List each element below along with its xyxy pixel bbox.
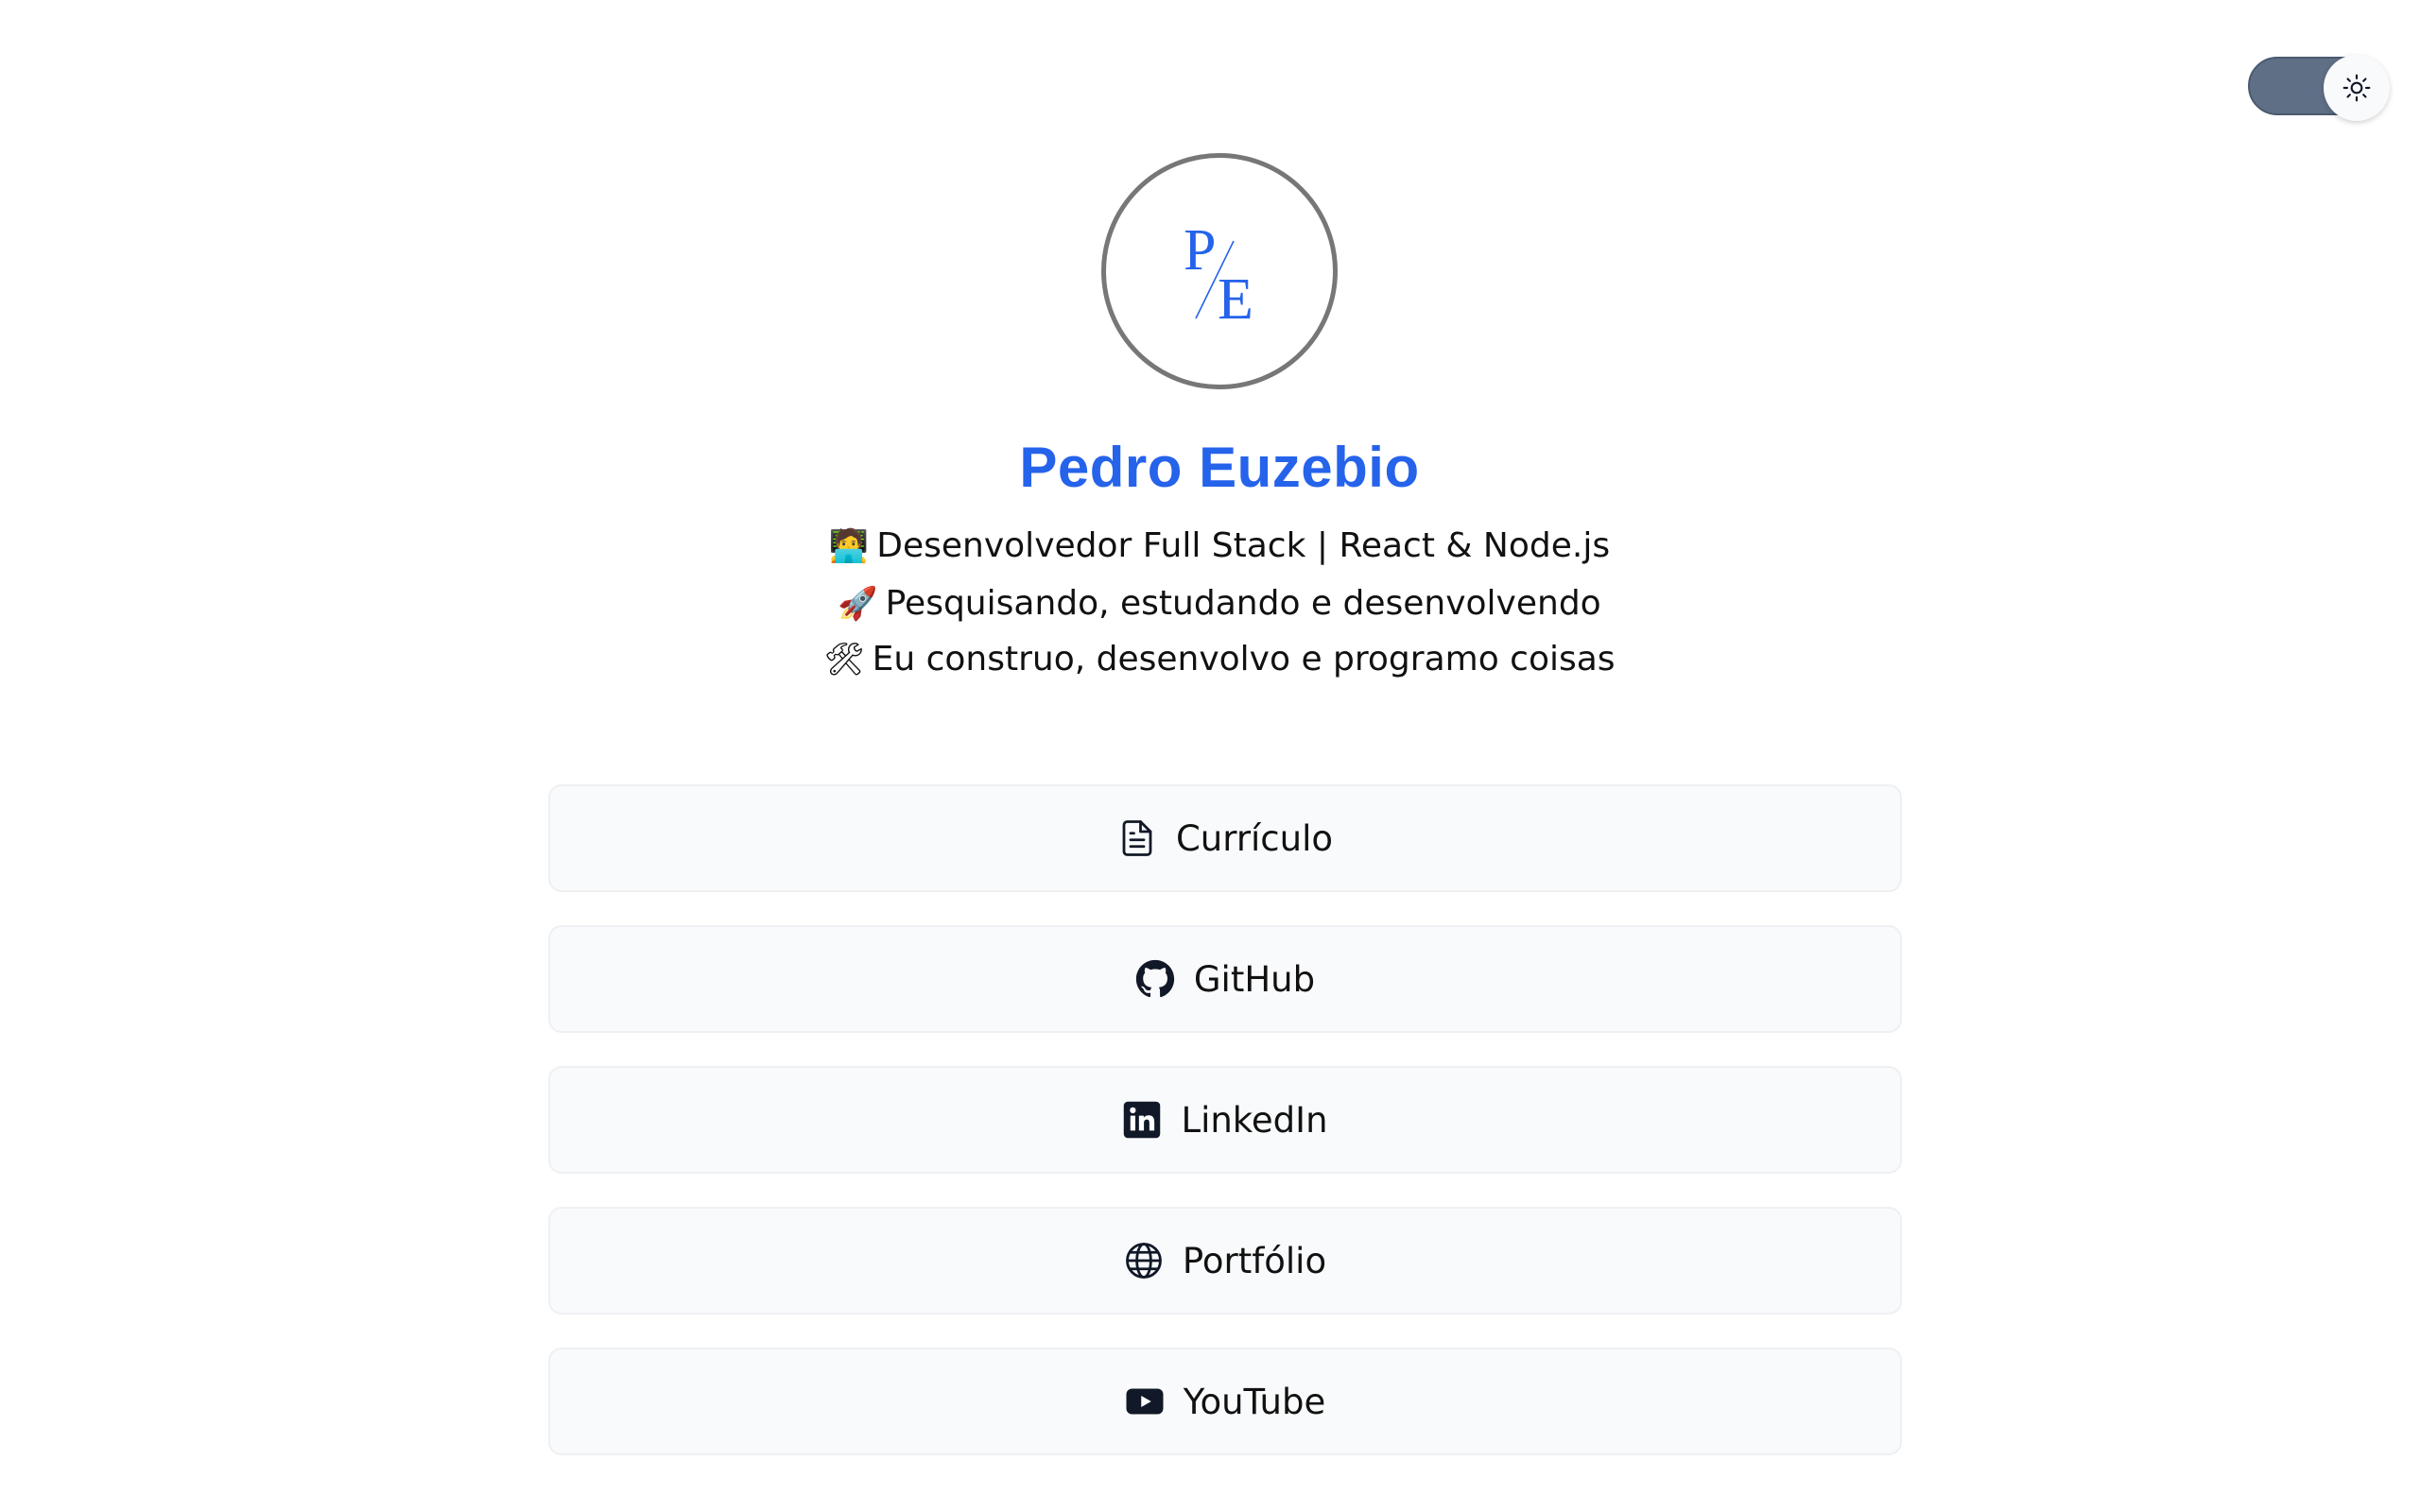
- bio-text: Desenvolvedor Full Stack | React & Node.…: [876, 526, 1611, 565]
- svg-text:E: E: [1218, 267, 1253, 332]
- link-list: Currículo GitHub LinkedIn Portfólio YouT…: [548, 784, 1902, 1488]
- globe-icon: [1124, 1241, 1164, 1280]
- bio-line-1: 🧑‍💻 Desenvolvedor Full Stack | React & No…: [0, 526, 2420, 565]
- tools-emoji: 🛠: [823, 641, 865, 679]
- youtube-icon: [1125, 1382, 1165, 1421]
- bio-text: Eu construo, desenvolvo e programo coisa…: [872, 640, 1616, 679]
- toggle-knob: [2324, 55, 2390, 121]
- avatar: P E: [1101, 153, 1338, 389]
- github-icon: [1135, 959, 1175, 999]
- rocket-emoji: 🚀: [838, 585, 878, 623]
- linkedin-icon: [1122, 1100, 1162, 1140]
- link-label: LinkedIn: [1181, 1099, 1328, 1141]
- link-label: GitHub: [1193, 958, 1316, 1000]
- sun-icon: [2342, 74, 2371, 102]
- link-label: Currículo: [1175, 817, 1334, 859]
- bio-line-2: 🚀 Pesquisando, estudando e desenvolvendo: [0, 584, 2420, 623]
- bio-line-3: 🛠 Eu construo, desenvolvo e programo cois…: [0, 640, 2420, 679]
- linkedin-link-button[interactable]: LinkedIn: [548, 1066, 1902, 1174]
- theme-toggle[interactable]: [2248, 55, 2390, 121]
- monogram-logo: P E: [1184, 218, 1253, 332]
- profile-name: Pedro Euzebio: [1019, 436, 1420, 499]
- portfolio-link-button[interactable]: Portfólio: [548, 1207, 1902, 1314]
- link-label: Portfólio: [1182, 1240, 1327, 1281]
- youtube-link-button[interactable]: YouTube: [548, 1348, 1902, 1455]
- technologist-emoji: 🧑‍💻: [828, 527, 870, 565]
- curriculum-link-button[interactable]: Currículo: [548, 784, 1902, 892]
- svg-text:P: P: [1184, 218, 1216, 283]
- link-page: P E Pedro Euzebio 🧑‍💻 Desenvolvedor Full …: [0, 0, 2420, 1512]
- document-icon: [1117, 818, 1157, 858]
- link-label: YouTube: [1183, 1381, 1326, 1422]
- bio-text: Pesquisando, estudando e desenvolvendo: [885, 584, 1601, 623]
- github-link-button[interactable]: GitHub: [548, 925, 1902, 1033]
